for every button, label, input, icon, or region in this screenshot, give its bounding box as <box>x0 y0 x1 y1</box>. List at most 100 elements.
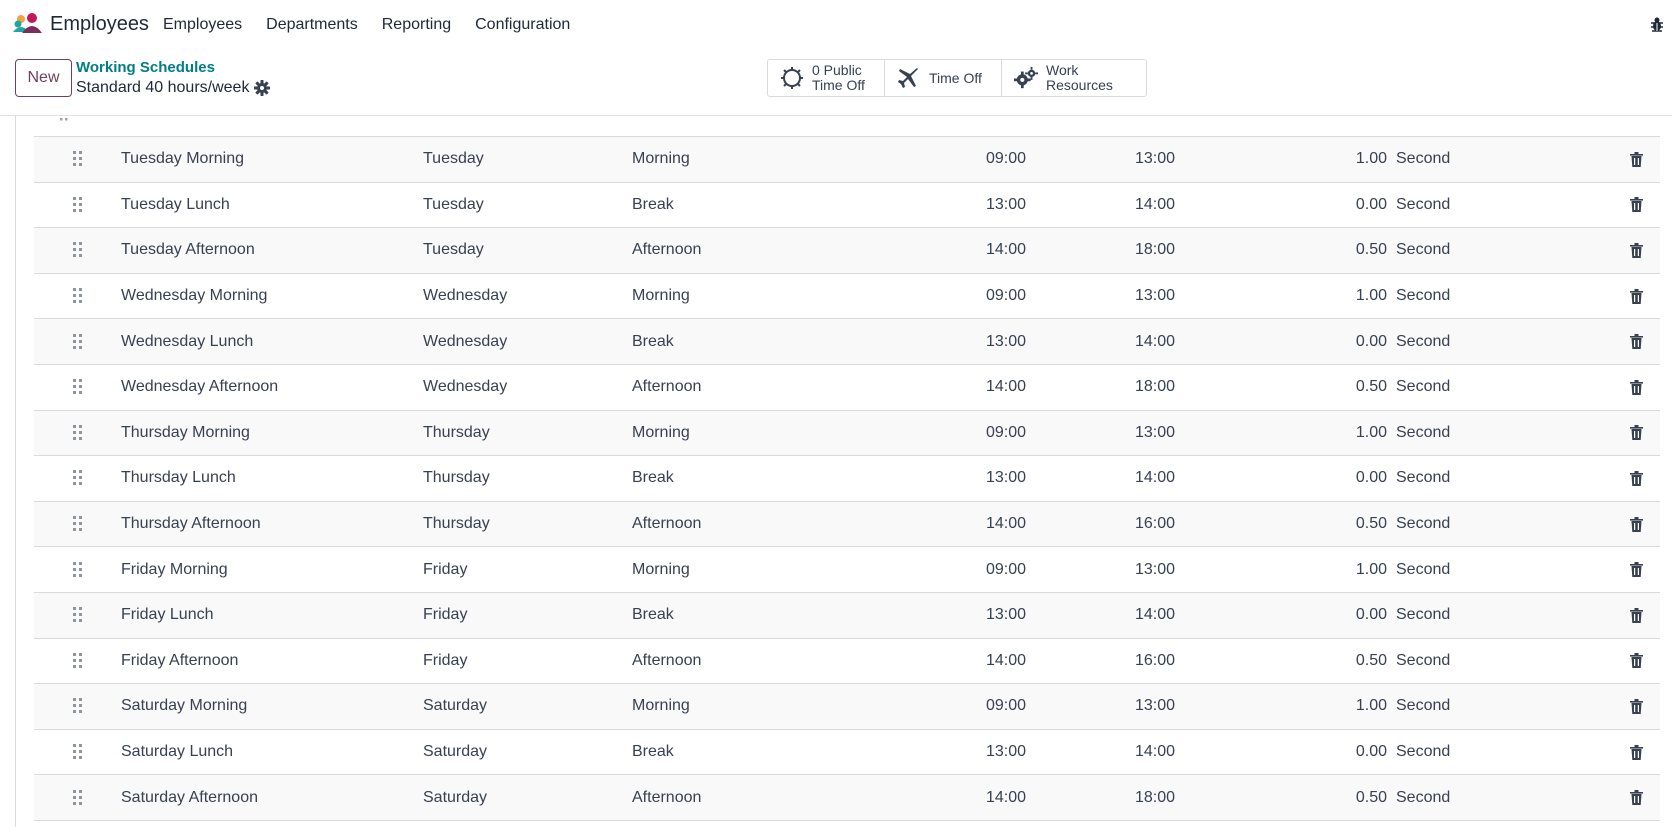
row-delete-button[interactable] <box>1628 684 1644 729</box>
table-row[interactable]: Saturday Lunch Saturday Break 13:00 14:0… <box>34 729 1660 776</box>
row-drag-handle[interactable] <box>71 593 85 638</box>
cell-work-from[interactable]: 14:00 <box>956 639 1026 684</box>
cell-work-to[interactable]: 18:00 <box>1105 775 1175 820</box>
row-drag-handle[interactable] <box>71 502 85 547</box>
cell-duration-days[interactable]: 0.50 <box>1334 639 1387 684</box>
cell-day-of-week[interactable]: Friday <box>423 639 467 684</box>
trash-icon[interactable] <box>1629 607 1643 623</box>
cell-name[interactable]: Tuesday Lunch <box>121 183 230 228</box>
drag-handle-icon[interactable] <box>73 196 83 213</box>
drag-handle-icon[interactable] <box>73 698 83 714</box>
trash-icon[interactable] <box>1629 334 1643 350</box>
cell-day-of-week[interactable]: Tuesday <box>423 228 484 273</box>
row-delete-button[interactable] <box>1628 730 1644 775</box>
menu-employees[interactable]: Employees <box>163 16 242 34</box>
table-row[interactable]: Saturday Morning Saturday Morning 09:00 … <box>34 684 1660 730</box>
drag-handle-icon[interactable] <box>73 379 83 395</box>
cell-name[interactable]: Wednesday Lunch <box>121 319 253 364</box>
public-time-off-button[interactable]: 0 Public Time Off <box>768 60 885 96</box>
cell-day-of-week[interactable]: Friday <box>423 547 467 592</box>
row-drag-handle[interactable] <box>71 730 85 775</box>
cell-work-from[interactable]: 09:00 <box>956 411 1026 456</box>
cell-duration-days[interactable]: 0.50 <box>1334 502 1387 547</box>
cell-week-type[interactable]: Second <box>1396 730 1450 775</box>
cell-work-to[interactable]: 13:00 <box>1105 547 1175 592</box>
cell-duration-days[interactable]: 0.50 <box>1334 365 1387 410</box>
cell-duration-days[interactable]: 1.00 <box>1334 411 1387 456</box>
table-row[interactable]: Tuesday Afternoon Tuesday Afternoon 14:0… <box>34 228 1660 274</box>
trash-icon[interactable] <box>1629 197 1643 213</box>
row-drag-handle[interactable] <box>71 365 85 410</box>
cell-work-from[interactable]: 09:00 <box>956 547 1026 592</box>
cell-week-type[interactable]: Second <box>1396 274 1450 319</box>
row-delete-button[interactable] <box>1628 137 1644 182</box>
cell-week-type[interactable]: Second <box>1396 456 1450 501</box>
row-delete-button[interactable] <box>1628 319 1644 364</box>
cell-work-to[interactable]: 14:00 <box>1105 730 1175 775</box>
table-row[interactable]: Wednesday Afternoon Wednesday Afternoon … <box>34 364 1660 411</box>
cell-day-period[interactable]: Morning <box>632 547 690 592</box>
cell-duration-days[interactable]: 0.00 <box>1334 183 1387 228</box>
table-row[interactable]: Friday Lunch Friday Break 13:00 14:00 0.… <box>34 592 1660 639</box>
cell-day-of-week[interactable]: Tuesday <box>423 183 484 228</box>
drag-handle-icon[interactable] <box>60 116 68 122</box>
cell-week-type[interactable]: Second <box>1396 502 1450 547</box>
cell-work-from[interactable]: 09:00 <box>956 137 1026 182</box>
cell-day-period[interactable]: Morning <box>632 411 690 456</box>
cell-duration-days[interactable]: 0.00 <box>1334 593 1387 638</box>
new-button[interactable]: New <box>15 59 72 97</box>
row-delete-button[interactable] <box>1628 456 1644 501</box>
app-name[interactable]: Employees <box>50 13 149 36</box>
row-drag-handle[interactable] <box>71 183 85 228</box>
cell-day-of-week[interactable]: Saturday <box>423 730 487 775</box>
trash-icon[interactable] <box>1629 242 1643 258</box>
cell-name[interactable]: Thursday Afternoon <box>121 502 261 547</box>
cell-day-of-week[interactable]: Saturday <box>423 684 487 729</box>
drag-handle-icon[interactable] <box>73 470 83 486</box>
cell-duration-days[interactable]: 1.00 <box>1334 547 1387 592</box>
row-drag-handle[interactable] <box>71 137 85 182</box>
row-drag-handle[interactable] <box>71 274 85 319</box>
gear-icon[interactable] <box>253 79 271 97</box>
table-row[interactable]: Thursday Morning Thursday Morning 09:00 … <box>34 410 1660 457</box>
cell-day-period[interactable]: Morning <box>632 274 690 319</box>
cell-work-from[interactable]: 14:00 <box>956 228 1026 273</box>
trash-icon[interactable] <box>1629 790 1643 806</box>
cell-week-type[interactable]: Second <box>1396 639 1450 684</box>
table-row[interactable]: Thursday Lunch Thursday Break 13:00 14:0… <box>34 456 1660 502</box>
cell-week-type[interactable]: Second <box>1396 319 1450 364</box>
cell-work-to[interactable]: 18:00 <box>1105 365 1175 410</box>
cell-work-to[interactable]: 14:00 <box>1105 183 1175 228</box>
table-row[interactable]: Wednesday Morning Wednesday Morning 09:0… <box>34 273 1660 320</box>
cell-work-to[interactable]: 16:00 <box>1105 639 1175 684</box>
cell-name[interactable]: Thursday Morning <box>121 411 250 456</box>
drag-handle-icon[interactable] <box>73 561 83 578</box>
row-drag-handle[interactable] <box>71 319 85 364</box>
table-row[interactable]: Friday Afternoon Friday Afternoon 14:00 … <box>34 638 1660 685</box>
cell-name[interactable]: Wednesday Afternoon <box>121 365 278 410</box>
cell-name[interactable]: Saturday Morning <box>121 684 247 729</box>
cell-day-period[interactable]: Morning <box>632 137 690 182</box>
employees-app-icon[interactable] <box>12 12 42 36</box>
cell-duration-days[interactable]: 0.00 <box>1334 456 1387 501</box>
cell-name[interactable]: Friday Lunch <box>121 593 214 638</box>
row-delete-button[interactable] <box>1628 183 1644 228</box>
drag-handle-icon[interactable] <box>73 607 83 623</box>
cell-week-type[interactable]: Second <box>1396 137 1450 182</box>
row-delete-button[interactable] <box>1628 639 1644 684</box>
cell-work-to[interactable]: 13:00 <box>1105 684 1175 729</box>
cell-day-period[interactable]: Afternoon <box>632 365 701 410</box>
cell-work-from[interactable]: 13:00 <box>956 730 1026 775</box>
row-delete-button[interactable] <box>1628 365 1644 410</box>
cell-duration-days[interactable]: 1.00 <box>1334 684 1387 729</box>
cell-work-to[interactable]: 14:00 <box>1105 456 1175 501</box>
cell-work-to[interactable]: 13:00 <box>1105 137 1175 182</box>
trash-icon[interactable] <box>1629 470 1643 486</box>
cell-week-type[interactable]: Second <box>1396 183 1450 228</box>
cell-day-of-week[interactable]: Wednesday <box>423 365 507 410</box>
cell-day-period[interactable]: Break <box>632 593 674 638</box>
trash-icon[interactable] <box>1629 744 1643 760</box>
cell-day-of-week[interactable]: Wednesday <box>423 319 507 364</box>
cell-duration-days[interactable]: 1.00 <box>1334 274 1387 319</box>
drag-handle-icon[interactable] <box>73 333 83 350</box>
